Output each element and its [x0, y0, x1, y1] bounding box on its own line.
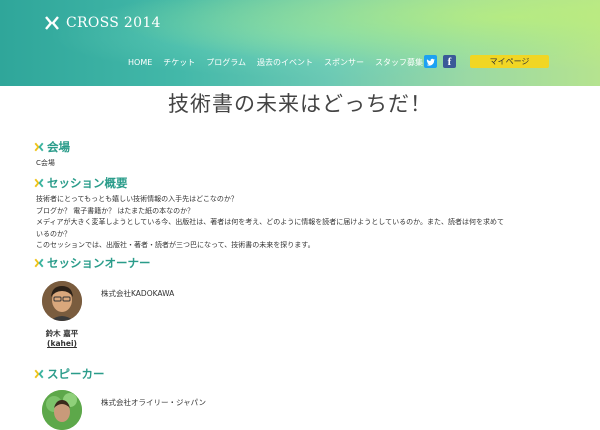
logo-text: CROSS 2014: [66, 15, 161, 31]
nav-staff-recruit[interactable]: スタッフ募集: [375, 57, 423, 68]
venue-value: C会場: [36, 159, 55, 167]
section-owner-heading: セッションオーナー: [34, 255, 151, 271]
owner-handle-link[interactable]: (kahei): [36, 339, 88, 348]
main-nav: HOME チケット プログラム 過去のイベント スポンサー スタッフ募集: [128, 55, 434, 69]
section-venue-heading: 会場: [34, 139, 70, 155]
session-heading-label: セッション概要: [47, 176, 128, 190]
session-description: 技術者にとってもっとも嬉しい技術情報の入手先はどこなのか？ ブログか？ 電子書籍…: [36, 194, 504, 252]
session-line: このセッションでは、出版社・著者・読者が三つ巴になって、技術書の未来を探ります。: [36, 241, 315, 249]
owner-name: 鈴木 嘉平: [45, 329, 79, 338]
venue-heading-label: 会場: [47, 140, 70, 154]
cross-mark-icon: [34, 142, 44, 152]
speaker-avatar[interactable]: [42, 390, 82, 430]
speaker-heading-label: スピーカー: [47, 367, 105, 381]
owner-avatar[interactable]: [42, 281, 82, 321]
page-title: 技術書の未来はどっちだ！: [168, 92, 432, 116]
nav-past-events[interactable]: 過去のイベント: [257, 57, 313, 68]
cross-mark-icon: [34, 178, 44, 188]
header-banner: CROSS 2014 HOME チケット プログラム 過去のイベント スポンサー…: [0, 0, 600, 86]
session-line: 技術者にとってもっとも嬉しい技術情報の入手先はどこなのか？: [36, 195, 238, 203]
session-line: ブログか？ 電子書籍か？ はたまた紙の本なのか？: [36, 206, 195, 215]
owner-heading-label: セッションオーナー: [47, 256, 151, 270]
facebook-icon[interactable]: f: [443, 55, 456, 68]
nav-sponsors[interactable]: スポンサー: [324, 57, 364, 68]
owner-company: 株式会社KADOKAWA: [101, 289, 175, 298]
section-speaker-heading: スピーカー: [34, 366, 105, 382]
cross-mark-icon: [34, 369, 44, 379]
nav-program[interactable]: プログラム: [206, 57, 246, 68]
nav-home[interactable]: HOME: [128, 58, 152, 67]
section-session-heading: セッション概要: [34, 175, 128, 191]
session-line: メディアが大きく変革しようとしている今、出版社は、著者は何を考え、どのように情報…: [36, 218, 504, 226]
cross-logo-icon: [45, 16, 59, 30]
site-logo[interactable]: CROSS 2014: [44, 13, 161, 33]
twitter-icon[interactable]: [424, 55, 437, 68]
cross-mark-icon: [34, 258, 44, 268]
speaker-company: 株式会社オライリー・ジャパン: [101, 398, 206, 407]
mypage-button[interactable]: マイページ: [470, 55, 549, 68]
session-line: いるのか？: [36, 229, 71, 238]
nav-tickets[interactable]: チケット: [163, 57, 195, 68]
